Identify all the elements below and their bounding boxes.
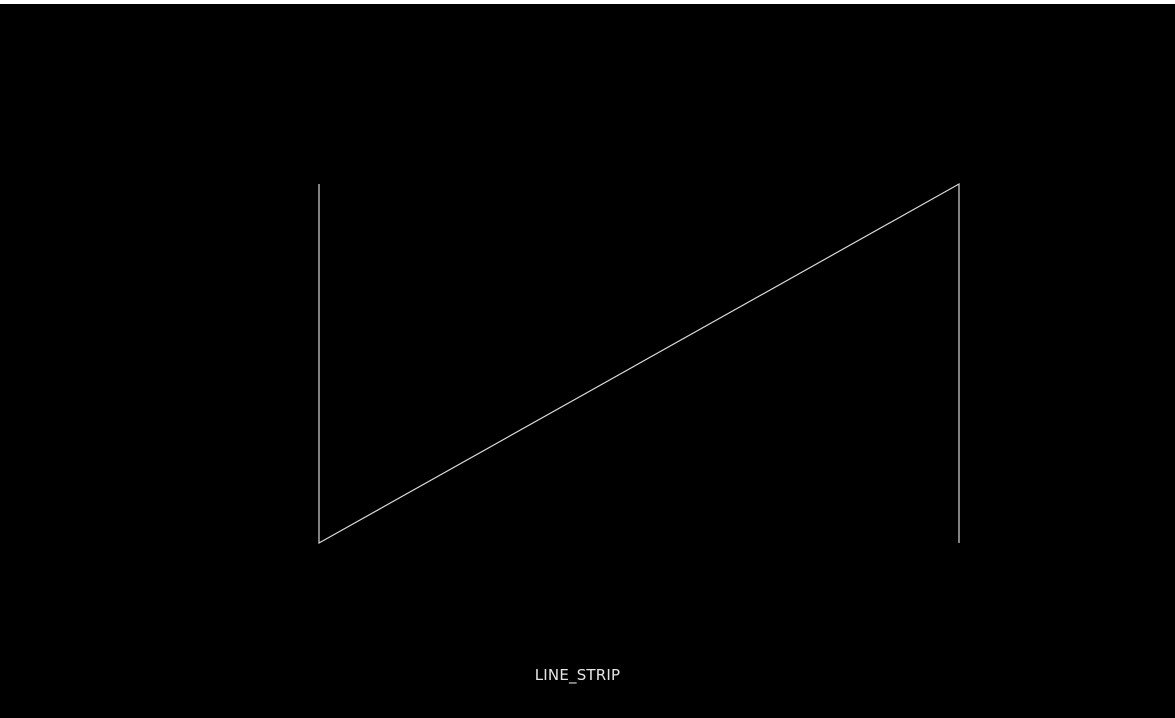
primitive-label: LINE_STRIP (534, 666, 621, 684)
render-viewport[interactable]: LINE_STRIP (0, 4, 1175, 718)
render-canvas (318, 182, 960, 545)
line-strip-path (318, 182, 960, 545)
